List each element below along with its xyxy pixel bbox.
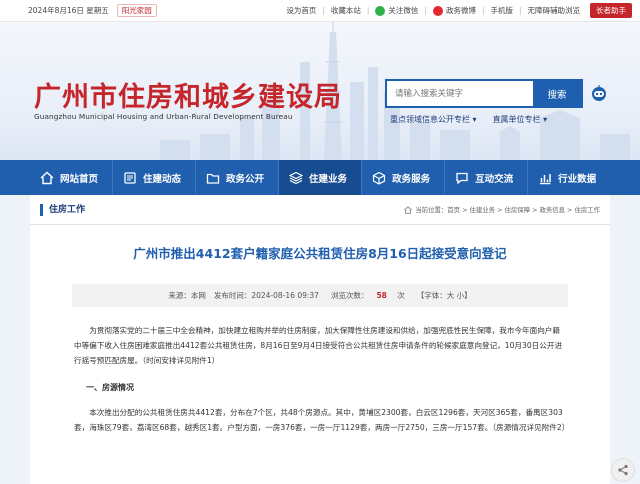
sunshine-home-link[interactable]: 阳光家园 <box>116 4 157 17</box>
weibo-link[interactable]: 政务微博 <box>427 5 482 16</box>
bookmark-link[interactable]: 收藏本站 <box>325 5 367 16</box>
nav-label: 网站首页 <box>60 173 99 185</box>
nav-label: 政务服务 <box>392 173 431 185</box>
weibo-icon <box>432 6 443 16</box>
view-unit: 次 <box>397 291 405 300</box>
share-button[interactable] <box>611 458 635 482</box>
site-title[interactable]: 广州市住房和城乡建设局 <box>34 75 342 114</box>
nav-label: 政务公开 <box>226 173 265 185</box>
folder-icon <box>206 173 220 184</box>
nav-interaction[interactable]: 互动交流 <box>445 160 527 195</box>
robot-assistant-icon[interactable] <box>590 84 608 102</box>
mobile-version-link[interactable]: 手机版 <box>484 5 519 16</box>
breadcrumb-item-gov-info[interactable]: 政务信息 <box>539 205 565 214</box>
main-nav: 网站首页 住建动态 政务公开 住建业务 政务服务 互动交流 行业数据 <box>0 160 640 195</box>
article-heading: 一、房源情况 <box>86 383 134 392</box>
wechat-icon <box>375 6 386 16</box>
search-input[interactable] <box>387 81 533 106</box>
view-count: 58 <box>376 291 387 300</box>
breadcrumb-item-housing-work[interactable]: 住房工作 <box>574 205 600 214</box>
breadcrumb-prefix: 当前位置： <box>415 206 448 214</box>
article-paragraph: 本次推出分配的公共租赁住房共4412套，分布在7个区，共48个房源点。其中，黄埔… <box>74 408 570 432</box>
affiliated-units-link[interactable]: 直属单位专栏 ▾ <box>493 114 548 125</box>
share-icon <box>618 464 628 476</box>
breadcrumb: 当前位置： 首页 > 住建业务 > 住房保障 > 政务信息 > 住房工作 <box>404 205 600 214</box>
weibo-label: 政务微博 <box>445 6 476 15</box>
nav-housing-business[interactable]: 住建业务 <box>279 160 362 195</box>
layers-icon <box>289 171 304 184</box>
wechat-label: 关注微信 <box>388 6 419 15</box>
accessibility-link[interactable]: 无障碍辅助浏览 <box>522 5 587 16</box>
section-header: 住房工作 当前位置： 首页 > 住建业务 > 住房保障 > 政务信息 > 住房工… <box>30 195 610 225</box>
key-areas-disclosure-link[interactable]: 重点领域信息公开专栏 ▾ <box>390 114 477 125</box>
breadcrumb-sep: > <box>530 205 540 214</box>
chart-icon <box>540 173 551 184</box>
search-button[interactable]: 搜索 <box>533 81 581 106</box>
site-subtitle: Guangzhou Municipal Housing and Urban-Ru… <box>34 112 293 121</box>
home-icon <box>40 171 54 184</box>
chat-icon <box>456 172 468 184</box>
elder-assistant-button[interactable]: 长者助手 <box>590 3 632 18</box>
nav-gov-open[interactable]: 政务公开 <box>196 160 278 195</box>
search-box: 搜索 <box>385 79 583 108</box>
nav-label: 行业数据 <box>558 173 597 185</box>
breadcrumb-item-housing-business[interactable]: 住建业务 <box>469 205 495 214</box>
font-size-control[interactable]: 【字体：大 小】 <box>417 290 472 301</box>
nav-label: 住建业务 <box>309 173 348 185</box>
cube-icon <box>372 171 386 185</box>
top-links: 设为首页 | 收藏本站 | 关注微信 | 政务微博 | 手机版 | 无障碍辅助浏… <box>280 3 632 18</box>
news-icon <box>124 171 136 184</box>
article-source: 来源：本网 <box>168 291 206 300</box>
section-title: 住房工作 <box>40 203 85 216</box>
nav-news[interactable]: 住建动态 <box>113 160 195 195</box>
current-date: 2024年8月16日 星期五 <box>28 6 109 15</box>
set-homepage-link[interactable]: 设为首页 <box>280 5 322 16</box>
site-header: 广州市住房和城乡建设局 Guangzhou Municipal Housing … <box>0 22 640 160</box>
breadcrumb-sep: > <box>565 205 575 214</box>
view-count-label: 浏览次数： 58 次 <box>327 290 409 301</box>
article-panel: 住房工作 当前位置： 首页 > 住建业务 > 住房保障 > 政务信息 > 住房工… <box>30 195 610 484</box>
article-body: 为贯彻落实党的二十届三中全会精神，加快建立租购并举的住房制度，加大保障性住房建设… <box>74 323 570 435</box>
top-bar: 2024年8月16日 星期五 阳光家园 设为首页 | 收藏本站 | 关注微信 |… <box>0 0 640 22</box>
article-meta: 来源：本网 发布时间：2024-08-16 09:37 浏览次数： 58 次 【字… <box>72 284 568 307</box>
quick-links: 重点领域信息公开专栏 ▾ 直属单位专栏 ▾ <box>390 114 563 125</box>
publish-time: 发布时间：2024-08-16 09:37 <box>213 291 319 300</box>
nav-industry-data[interactable]: 行业数据 <box>528 160 610 195</box>
home-icon <box>404 205 413 214</box>
wechat-link[interactable]: 关注微信 <box>369 5 424 16</box>
article-title: 广州市推出4412套户籍家庭公共租赁住房8月16日起接受意向登记 <box>133 246 507 261</box>
breadcrumb-item-home[interactable]: 首页 <box>447 205 460 214</box>
nav-home[interactable]: 网站首页 <box>30 160 112 195</box>
breadcrumb-sep: > <box>495 205 505 214</box>
view-label: 浏览次数： <box>330 291 369 300</box>
article-paragraph: 为贯彻落实党的二十届三中全会精神，加快建立租购并举的住房制度，加大保障性住房建设… <box>74 326 563 365</box>
nav-gov-service[interactable]: 政务服务 <box>362 160 444 195</box>
nav-label: 互动交流 <box>475 173 514 185</box>
nav-label: 住建动态 <box>143 173 182 185</box>
breadcrumb-item-housing-security[interactable]: 住房保障 <box>504 205 530 214</box>
breadcrumb-sep: > <box>460 205 470 214</box>
